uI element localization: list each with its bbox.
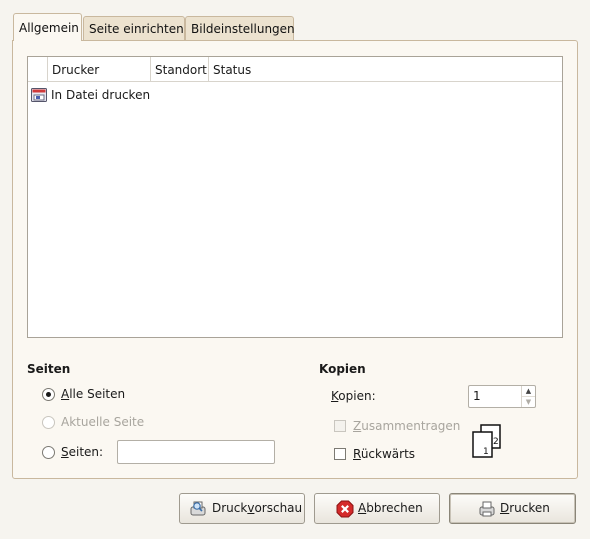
print-preview-button[interactable]: Druckvorschau [179, 493, 305, 524]
printer-row[interactable]: In Datei drucken [28, 82, 562, 109]
print-preview-icon [190, 501, 206, 516]
print-button[interactable]: Drucken [449, 493, 576, 524]
spin-up-icon[interactable]: ▲ [522, 386, 535, 397]
printer-icon [479, 501, 495, 517]
collate-page-front: 1 [483, 447, 489, 457]
mnemonic: S [61, 445, 69, 459]
tab-allgemein[interactable]: Allgemein [13, 13, 82, 41]
copies-section-title: Kopien [319, 362, 366, 376]
column-header-standort[interactable]: Standort [150, 57, 208, 81]
pages-section-title: Seiten [27, 362, 71, 376]
tab-seite-einrichten[interactable]: Seite einrichten [83, 16, 185, 41]
column-header-label: Status [213, 63, 252, 77]
print-preview-label: Druckvorschau [212, 501, 303, 515]
copies-spinbutton[interactable]: 1 ▲ ▼ [468, 385, 536, 408]
collate-label: Zusammentragen [353, 419, 460, 433]
all-pages-radio[interactable] [42, 388, 55, 401]
spin-buttons: ▲ ▼ [521, 386, 535, 407]
general-tab-panel: Drucker Standort Status In Datei drucken [12, 40, 578, 479]
page-range-input[interactable] [117, 440, 275, 464]
reverse-label[interactable]: Rückwärts [353, 447, 415, 461]
cancel-button[interactable]: Abbrechen [314, 493, 440, 524]
collate-checkbox [334, 420, 346, 432]
collate-preview-icon: 2 1 [472, 424, 501, 458]
printer-name: In Datei drucken [51, 88, 151, 102]
page-range-label[interactable]: Seiten: [61, 445, 103, 459]
cancel-icon [336, 500, 354, 518]
page-range-radio[interactable] [42, 446, 55, 459]
column-header-icon[interactable] [28, 57, 47, 81]
mnemonic: A [61, 387, 70, 401]
label-text: opien: [338, 389, 376, 403]
current-page-radio [42, 416, 55, 429]
tab-bildeinstellungen[interactable]: Bildeinstellungen [185, 16, 295, 41]
column-header-status[interactable]: Status [208, 57, 562, 81]
mnemonic: R [353, 447, 361, 461]
printer-list[interactable]: Drucker Standort Status In Datei drucken [27, 56, 563, 338]
copies-count-label: Kopien: [331, 389, 376, 403]
collate-page-back: 2 [493, 437, 499, 447]
file-printer-icon [31, 88, 47, 102]
column-header-label: Standort [155, 63, 207, 77]
mnemonic: Z [353, 419, 362, 433]
print-label: Drucken [500, 501, 550, 515]
list-header: Drucker Standort Status [28, 57, 562, 82]
label-text: ückwärts [360, 447, 416, 461]
column-header-label: Drucker [52, 63, 100, 77]
column-header-drucker[interactable]: Drucker [47, 57, 150, 81]
cancel-label: Abbrechen [358, 501, 423, 515]
all-pages-label[interactable]: Alle Seiten [61, 387, 125, 401]
spin-down-icon[interactable]: ▼ [522, 397, 535, 407]
copies-value: 1 [473, 389, 481, 403]
tab-label: Bildeinstellungen [191, 22, 295, 36]
label-text: usammentragen [361, 419, 461, 433]
current-page-label: Aktuelle Seite [61, 415, 145, 429]
reverse-checkbox[interactable] [334, 448, 346, 460]
label-text: lle Seiten [69, 387, 126, 401]
tab-label: Allgemein [19, 21, 79, 35]
tab-label: Seite einrichten [89, 22, 184, 36]
label-text: eiten: [68, 445, 104, 459]
